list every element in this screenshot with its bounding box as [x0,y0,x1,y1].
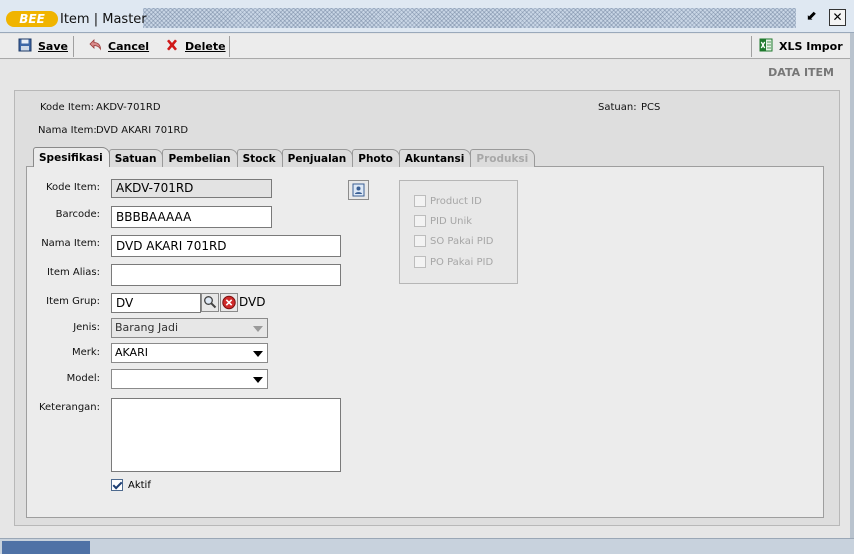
toolbar-divider [73,36,74,57]
checkbox-icon [414,235,426,247]
excel-icon [759,38,773,55]
toolbar-divider [229,36,230,57]
product-id-label: Product ID [430,195,482,207]
window-edge [850,33,854,539]
window-title: Item | Master [60,12,147,27]
jenis-select: Barang Jadi [111,318,268,338]
restore-icon[interactable]: ⬋ [803,9,820,26]
save-label: Save [38,40,68,53]
floppy-disk-icon [18,38,32,55]
po-pakai-pid-label: PO Pakai PID [430,256,494,268]
cancel-label: Cancel [108,40,150,53]
header-satuan-value: PCS [641,102,661,113]
header-nama-item-label: Nama Item: [38,125,97,136]
nama-item-label: Nama Item: [41,238,100,249]
tab-akuntansi[interactable]: Akuntansi [398,149,472,167]
checkbox-icon [414,215,426,227]
kode-item-label: Kode Item: [46,182,100,193]
checkbox-checked-icon [111,479,123,491]
model-select[interactable] [111,369,268,389]
header-kode-item-label: Kode Item: [40,102,94,113]
aktif-checkbox[interactable]: Aktif [111,479,151,491]
pid-unik-checkbox: PID Unik [414,215,472,227]
chevron-down-icon [253,326,263,332]
checkbox-icon [414,256,426,268]
pid-options-group: Product ID PID Unik SO Pakai PID PO Paka… [399,180,518,284]
status-bar [0,538,854,554]
titlebar-pattern [143,8,796,28]
so-pakai-pid-label: SO Pakai PID [430,235,494,247]
xls-import-label: XLS Impor [779,40,843,53]
tab-photo[interactable]: Photo [352,149,400,167]
merk-label: Merk: [71,347,100,358]
delete-label: Delete [185,40,226,53]
keterangan-textarea[interactable] [111,398,341,472]
toolbar-divider [751,36,752,57]
header-satuan-label: Satuan: [598,102,637,113]
chevron-down-icon [253,377,263,383]
so-pakai-pid-checkbox: SO Pakai PID [414,235,494,247]
tab-produksi: Produksi [470,149,536,167]
kode-item-field[interactable]: AKDV-701RD [111,179,272,198]
tab-stock[interactable]: Stock [236,149,283,167]
tab-pembelian[interactable]: Pembelian [162,149,238,167]
chevron-down-icon [253,351,263,357]
jenis-value: Barang Jadi [115,321,179,334]
merk-value: AKARI [115,346,148,359]
tab-penjualan[interactable]: Penjualan [281,149,354,167]
keterangan-label: Keterangan: [38,402,100,413]
nama-item-field[interactable]: DVD AKARI 701RD [111,235,341,257]
item-grup-label: Item Grup: [46,296,100,307]
close-button[interactable]: ✕ [829,9,846,26]
save-button[interactable]: Save [18,37,68,56]
model-label: Model: [66,373,100,384]
clear-red-icon [221,295,237,314]
xls-import-button[interactable]: XLS Impor [759,37,843,56]
barcode-label: Barcode: [55,209,100,220]
header-nama-item-value: DVD AKARI 701RD [96,125,189,136]
barcode-field[interactable]: BBBBAAAAA [111,206,272,228]
undo-arrow-icon [88,38,102,55]
item-grup-description: DVD [239,295,266,309]
jenis-label: Jenis: [73,322,100,333]
red-x-icon [165,38,179,55]
item-alias-field[interactable] [111,264,341,286]
tab-bar: Spesifikasi Satuan Pembelian Stock Penju… [33,147,536,167]
merk-select[interactable]: AKARI [111,343,268,363]
product-id-checkbox: Product ID [414,195,482,207]
cancel-button[interactable]: Cancel [88,37,149,56]
magnifier-icon [202,296,218,314]
photo-button[interactable] [348,180,369,200]
delete-button[interactable]: Delete [165,37,226,56]
po-pakai-pid-checkbox: PO Pakai PID [414,256,493,268]
item-grup-lookup-button[interactable] [201,293,219,312]
window-titlebar: BEE Item | Master ⬋ ✕ [0,0,854,33]
pid-unik-label: PID Unik [430,215,473,227]
item-grup-clear-button[interactable] [220,293,238,312]
bee-logo: BEE [6,11,58,27]
status-segment [2,541,90,554]
section-title: DATA ITEM [768,66,834,79]
tab-satuan[interactable]: Satuan [108,149,164,167]
header-kode-item-value: AKDV-701RD [96,102,161,113]
toolbar: Save Cancel Delete XLS Impor [0,34,854,59]
tab-spesifikasi[interactable]: Spesifikasi [33,147,110,167]
checkbox-icon [414,195,426,207]
aktif-label: Aktif [128,479,151,491]
item-alias-label: Item Alias: [46,267,100,278]
item-grup-field[interactable]: DV [111,293,201,313]
image-icon [349,183,368,202]
